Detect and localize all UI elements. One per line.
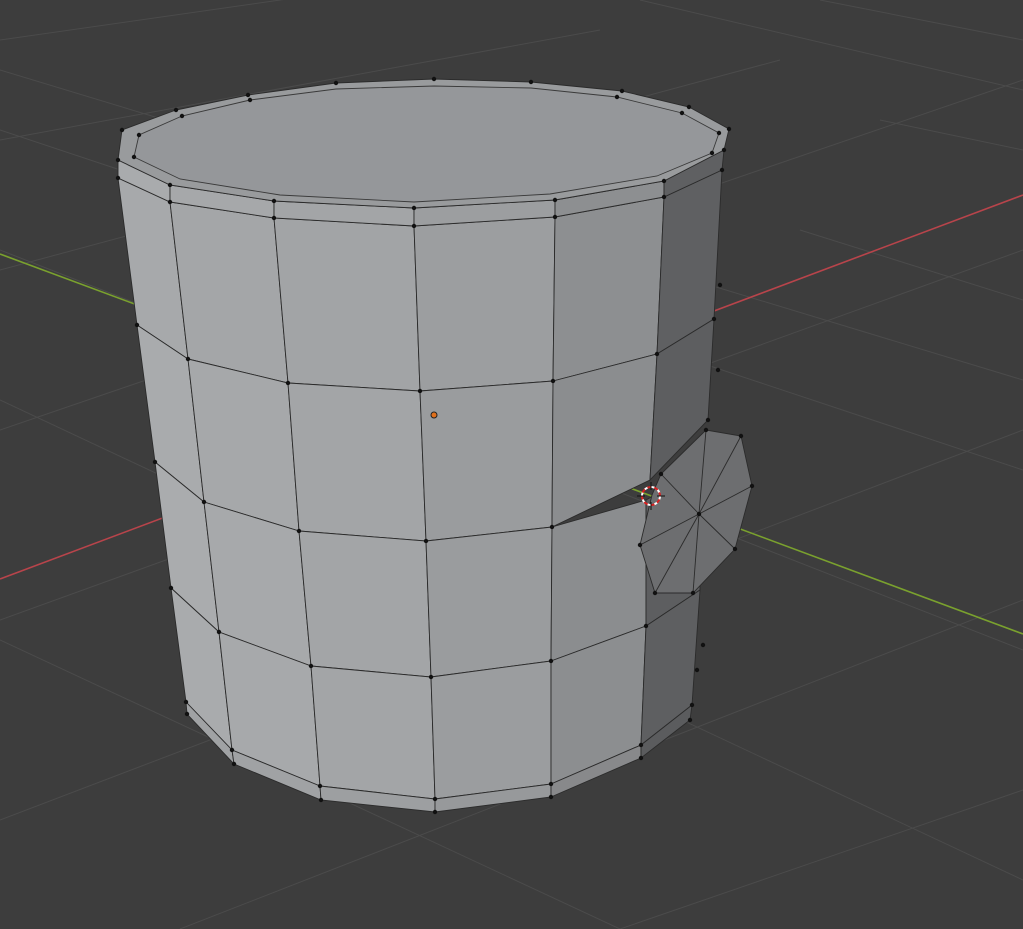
mesh-vertex[interactable] [431, 76, 437, 82]
mesh-vertex[interactable] [709, 150, 715, 156]
mesh-vertex[interactable] [167, 199, 173, 205]
mesh-vertex[interactable] [428, 674, 434, 680]
mesh-vertex[interactable] [552, 214, 558, 220]
mesh-vertex[interactable] [679, 110, 685, 116]
mesh-vertex[interactable] [271, 215, 277, 221]
mesh-vertex[interactable] [717, 282, 723, 288]
mesh-vertex[interactable] [119, 127, 125, 133]
mesh-vertex[interactable] [652, 590, 658, 596]
mesh-vertex[interactable] [152, 459, 158, 465]
mesh-vertex[interactable] [715, 367, 721, 373]
mesh-vertex[interactable] [689, 702, 695, 708]
mesh-vertex[interactable] [690, 590, 696, 596]
mesh-vertex[interactable] [432, 809, 438, 815]
mesh-vertex[interactable] [711, 316, 717, 322]
mesh-vertex[interactable] [661, 194, 667, 200]
mesh-vertex[interactable] [552, 197, 558, 203]
mesh-vertex[interactable] [245, 92, 251, 98]
mesh-vertex[interactable] [201, 499, 207, 505]
mesh-vertex[interactable] [183, 699, 189, 705]
mesh-vertex[interactable] [411, 205, 417, 211]
mesh-vertex[interactable] [619, 88, 625, 94]
mesh-vertex[interactable] [614, 94, 620, 100]
mesh-vertex[interactable] [247, 97, 253, 103]
mesh-vertex[interactable] [432, 796, 438, 802]
mesh-vertex[interactable] [167, 182, 173, 188]
mesh-vertex[interactable] [686, 104, 692, 110]
mesh-vertex[interactable] [308, 663, 314, 669]
mesh-vertex[interactable] [637, 542, 643, 548]
mesh-vertex[interactable] [296, 528, 302, 534]
mesh-vertex[interactable] [184, 711, 190, 717]
mesh-vertex[interactable] [638, 742, 644, 748]
mesh-vertex[interactable] [638, 755, 644, 761]
mesh-vertex[interactable] [658, 471, 664, 477]
mesh-vertex[interactable] [721, 147, 727, 153]
mesh-vertex[interactable] [703, 427, 709, 433]
mesh-vertex[interactable] [749, 483, 755, 489]
mesh-vertex[interactable] [687, 717, 693, 723]
mesh-vertex[interactable] [548, 658, 554, 664]
3d-viewport[interactable] [0, 0, 1023, 929]
mesh-vertex[interactable] [285, 380, 291, 386]
mesh-vertex[interactable] [548, 781, 554, 787]
mesh-vertex[interactable] [131, 154, 137, 160]
mesh-vertex[interactable] [231, 761, 237, 767]
mesh-vertex[interactable] [115, 175, 121, 181]
mesh-vertex[interactable] [719, 167, 725, 173]
mesh-vertex[interactable] [317, 783, 323, 789]
mesh-vertex[interactable] [423, 538, 429, 544]
mesh-vertex[interactable] [528, 79, 534, 85]
mesh-vertex[interactable] [738, 433, 744, 439]
mesh-vertex[interactable] [134, 322, 140, 328]
mesh-vertex[interactable] [716, 130, 722, 136]
mesh-vertex[interactable] [333, 80, 339, 86]
mesh-vertex[interactable] [229, 747, 235, 753]
mesh-vertex[interactable] [173, 107, 179, 113]
mesh-vertex[interactable] [179, 113, 185, 119]
object-origin-icon[interactable] [430, 411, 438, 419]
mesh-vertex[interactable] [417, 388, 423, 394]
mesh-vertex[interactable] [168, 585, 174, 591]
mesh-vertex[interactable] [732, 546, 738, 552]
mesh-vertex[interactable] [700, 642, 706, 648]
mesh-vertex[interactable] [705, 417, 711, 423]
mesh-vertex[interactable] [185, 356, 191, 362]
mesh-vertex[interactable] [271, 198, 277, 204]
mesh-vertex[interactable] [216, 629, 222, 635]
mesh-vertex[interactable] [548, 794, 554, 800]
mesh-vertex[interactable] [654, 351, 660, 357]
mesh-vertex[interactable] [136, 132, 142, 138]
mesh-vertex[interactable] [696, 511, 702, 517]
mesh-vertex[interactable] [115, 157, 121, 163]
cylinder-mesh[interactable] [117, 78, 730, 813]
mesh-vertex[interactable] [694, 667, 700, 673]
mesh-vertex[interactable] [643, 623, 649, 629]
mesh-vertex[interactable] [661, 178, 667, 184]
mesh-vertex[interactable] [549, 524, 555, 530]
mesh-vertex[interactable] [550, 378, 556, 384]
mesh-vertex[interactable] [411, 223, 417, 229]
mesh-vertex[interactable] [318, 797, 324, 803]
mesh-vertex[interactable] [726, 126, 732, 132]
